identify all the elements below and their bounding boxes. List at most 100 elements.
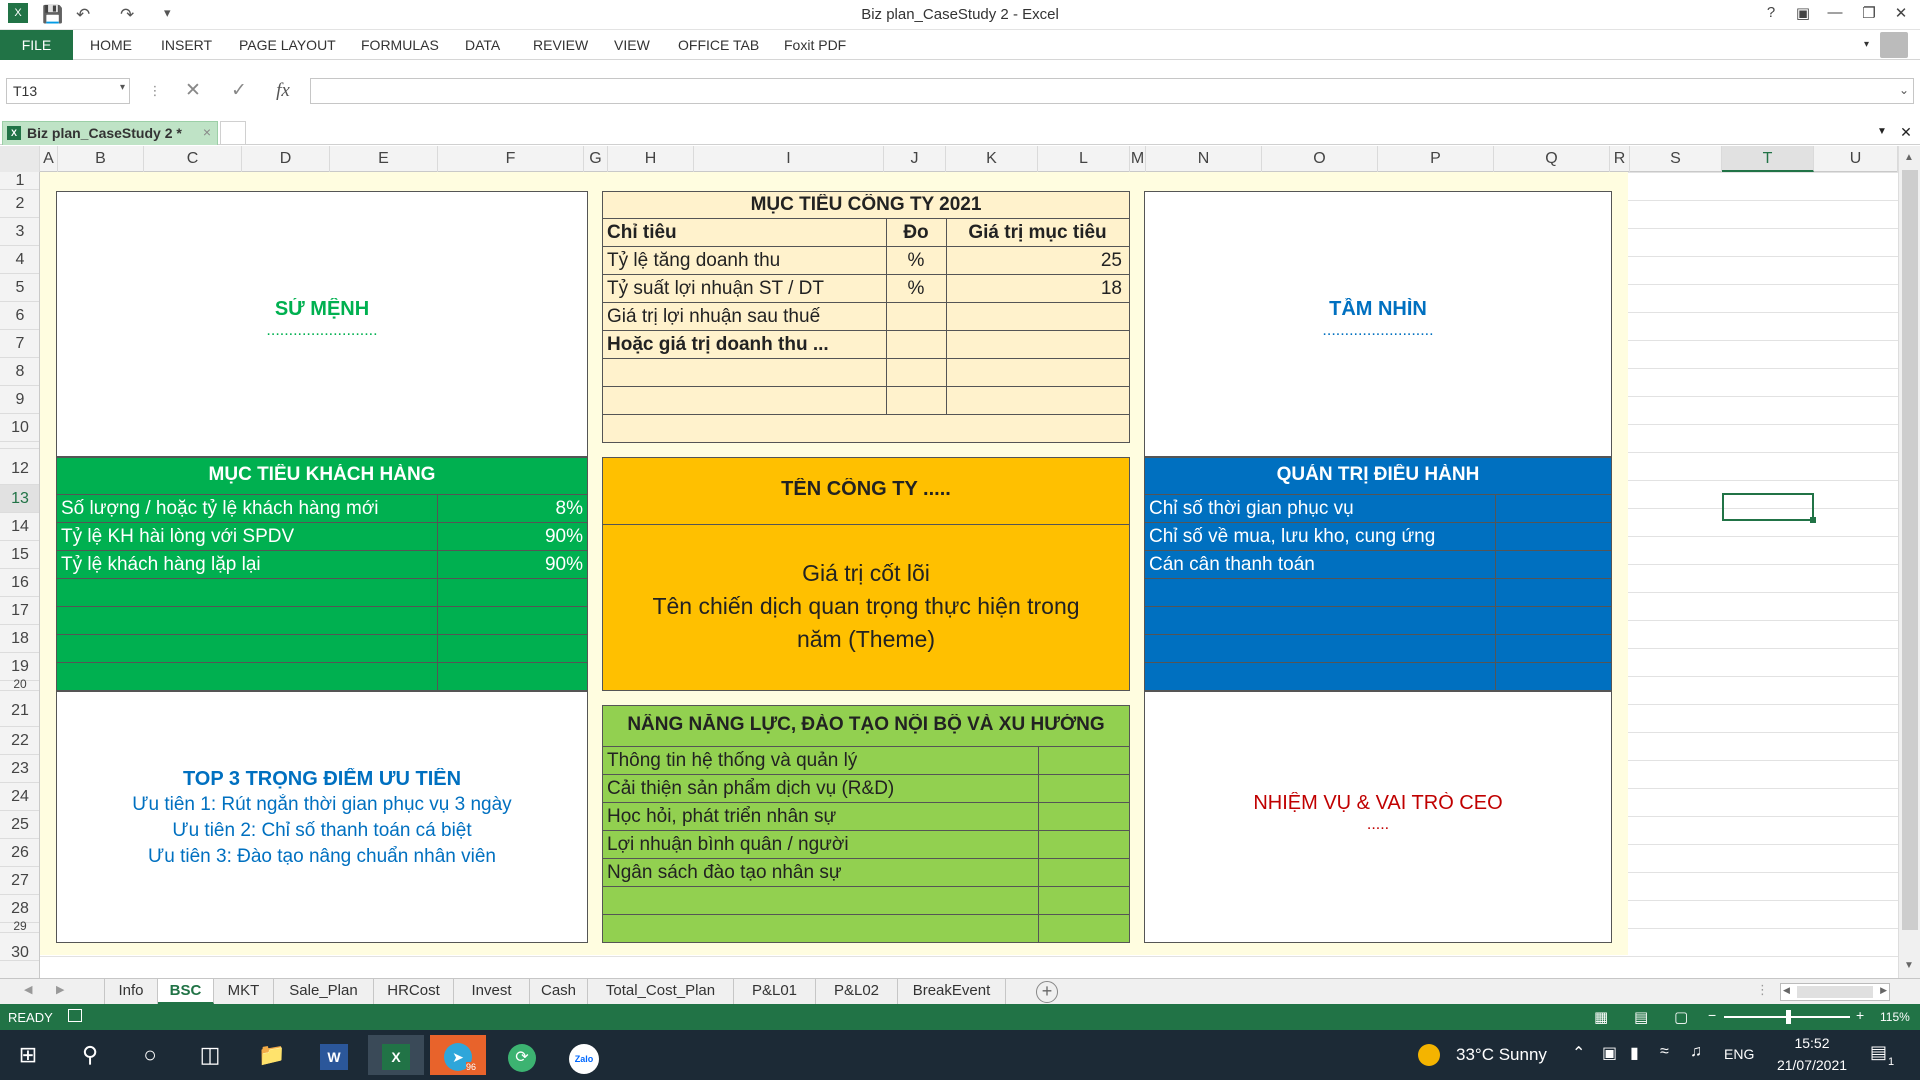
scroll-up-icon[interactable]: ▲ [1904, 152, 1914, 163]
row-header[interactable]: 7 [0, 330, 39, 358]
row-header[interactable]: 22 [0, 727, 39, 755]
tab-data[interactable]: DATA [465, 30, 500, 60]
sheet-tab-mkt[interactable]: MKT [214, 979, 274, 1004]
row-header[interactable]: 4 [0, 246, 39, 274]
row-header[interactable]: 6 [0, 302, 39, 330]
scroll-left-icon[interactable]: ◀ [1783, 985, 1790, 996]
name-box-dropdown-icon[interactable]: ▾ [120, 82, 125, 93]
row-header[interactable]: 1 [0, 172, 39, 190]
document-tab[interactable]: X Biz plan_CaseStudy 2 * × [2, 121, 218, 145]
windows-start-icon[interactable]: ⊞ [0, 1035, 56, 1075]
row-header[interactable]: 8 [0, 358, 39, 386]
tray-device-icon[interactable]: ▣ [1602, 1043, 1617, 1063]
column-header[interactable]: J [884, 146, 946, 172]
tab-insert[interactable]: INSERT [161, 30, 212, 60]
row-header[interactable]: 5 [0, 274, 39, 302]
column-header[interactable]: D [242, 146, 330, 172]
tab-split-handle-icon[interactable]: ⋮ [1756, 982, 1769, 998]
column-header[interactable]: N [1146, 146, 1262, 172]
column-header-active[interactable]: T [1722, 146, 1814, 172]
horizontal-scrollbar[interactable]: ◀ ▶ [1780, 983, 1890, 1001]
row-header[interactable]: 10 [0, 414, 39, 442]
active-cell-selection[interactable] [1722, 493, 1814, 521]
row-header[interactable]: 21 [0, 691, 39, 727]
wifi-icon[interactable]: ≈ [1660, 1043, 1669, 1061]
battery-icon[interactable]: ▮ [1630, 1043, 1639, 1063]
new-tab-button[interactable] [220, 121, 246, 145]
sheet-tab-total-cost-plan[interactable]: Total_Cost_Plan [588, 979, 734, 1004]
sheet-tab-hrcost[interactable]: HRCost [374, 979, 454, 1004]
insert-function-icon[interactable]: fx [268, 78, 298, 104]
input-language[interactable]: ENG [1724, 1046, 1754, 1062]
clock-time[interactable]: 15:52 [1772, 1035, 1852, 1051]
column-header[interactable]: F [438, 146, 584, 172]
sheet-tab-pl02[interactable]: P&L02 [816, 979, 898, 1004]
row-header[interactable]: 2 [0, 190, 39, 218]
page-break-view-icon[interactable]: ▢ [1674, 1008, 1688, 1026]
avatar[interactable] [1880, 32, 1908, 58]
column-header[interactable]: O [1262, 146, 1378, 172]
sheet-tab-pl01[interactable]: P&L01 [734, 979, 816, 1004]
row-header[interactable]: 26 [0, 839, 39, 867]
row-header[interactable]: 27 [0, 867, 39, 895]
tray-overflow-icon[interactable]: ⌃ [1572, 1043, 1585, 1063]
sheet-tab-info[interactable]: Info [104, 979, 158, 1004]
fill-handle[interactable] [1810, 517, 1816, 523]
column-header[interactable]: B [58, 146, 144, 172]
macro-record-icon[interactable] [68, 1009, 82, 1022]
column-header[interactable]: H [608, 146, 694, 172]
tab-formulas[interactable]: FORMULAS [361, 30, 439, 60]
row-header[interactable]: 29 [0, 920, 39, 933]
tab-home[interactable]: HOME [90, 30, 132, 60]
expand-formula-icon[interactable]: ⌄ [1899, 83, 1909, 97]
column-header[interactable]: I [694, 146, 884, 172]
column-header[interactable]: G [584, 146, 608, 172]
add-sheet-icon[interactable]: + [1036, 981, 1058, 1003]
zoom-slider-thumb[interactable] [1786, 1010, 1791, 1024]
tab-foxit-pdf[interactable]: Foxit PDF [784, 30, 846, 60]
weather-sun-icon[interactable] [1418, 1044, 1440, 1066]
column-header[interactable]: S [1630, 146, 1722, 172]
tab-close-all-icon[interactable]: ✕ [1896, 122, 1916, 142]
cancel-icon[interactable]: ✕ [178, 78, 208, 104]
column-header[interactable]: P [1378, 146, 1494, 172]
file-explorer-icon[interactable]: 📁 [244, 1035, 300, 1075]
zalo-icon[interactable]: Zalo [556, 1035, 612, 1075]
account-dropdown-icon[interactable]: ▾ [1864, 30, 1869, 60]
ribbon-display-icon[interactable]: ▣ [1790, 4, 1816, 26]
row-header[interactable]: 16 [0, 569, 39, 597]
sheet-tab-sale-plan[interactable]: Sale_Plan [274, 979, 374, 1004]
vertical-scrollbar[interactable]: ▲ ▼ [1898, 146, 1920, 978]
row-header[interactable]: 25 [0, 811, 39, 839]
row-header[interactable]: 24 [0, 783, 39, 811]
next-sheet-icon[interactable]: ▶ [56, 983, 64, 996]
zoom-out-icon[interactable]: − [1708, 1007, 1716, 1023]
prev-sheet-icon[interactable]: ◀ [24, 983, 32, 996]
scroll-down-icon[interactable]: ▼ [1904, 960, 1914, 971]
enter-icon[interactable]: ✓ [224, 78, 254, 104]
column-header[interactable]: M [1130, 146, 1146, 172]
row-header[interactable]: 3 [0, 218, 39, 246]
help-button[interactable]: ? [1758, 4, 1784, 26]
tab-file[interactable]: FILE [0, 30, 73, 60]
horizontal-scroll-thumb[interactable] [1797, 986, 1873, 998]
column-header[interactable]: Q [1494, 146, 1610, 172]
column-header[interactable]: C [144, 146, 242, 172]
telegram-icon[interactable]: ➤ 96 [430, 1035, 486, 1075]
sheet-tab-invest[interactable]: Invest [454, 979, 530, 1004]
notifications-icon[interactable]: ▤ [1870, 1042, 1887, 1063]
row-header[interactable]: 14 [0, 513, 39, 541]
column-header[interactable]: L [1038, 146, 1130, 172]
row-header[interactable]: 18 [0, 625, 39, 653]
column-header[interactable]: R [1610, 146, 1630, 172]
sheet-tab-cash[interactable]: Cash [530, 979, 588, 1004]
cortana-icon[interactable]: ○ [122, 1035, 178, 1075]
zoom-in-icon[interactable]: + [1856, 1007, 1864, 1023]
task-view-icon[interactable]: ◫ [182, 1035, 238, 1075]
row-header[interactable]: 20 [0, 678, 39, 691]
tab-office-tab[interactable]: OFFICE TAB [678, 30, 759, 60]
tab-page-layout[interactable]: PAGE LAYOUT [239, 30, 336, 60]
row-header[interactable]: 17 [0, 597, 39, 625]
page-layout-view-icon[interactable]: ▤ [1634, 1008, 1648, 1026]
sheet-tab-bsc[interactable]: BSC [158, 979, 214, 1004]
